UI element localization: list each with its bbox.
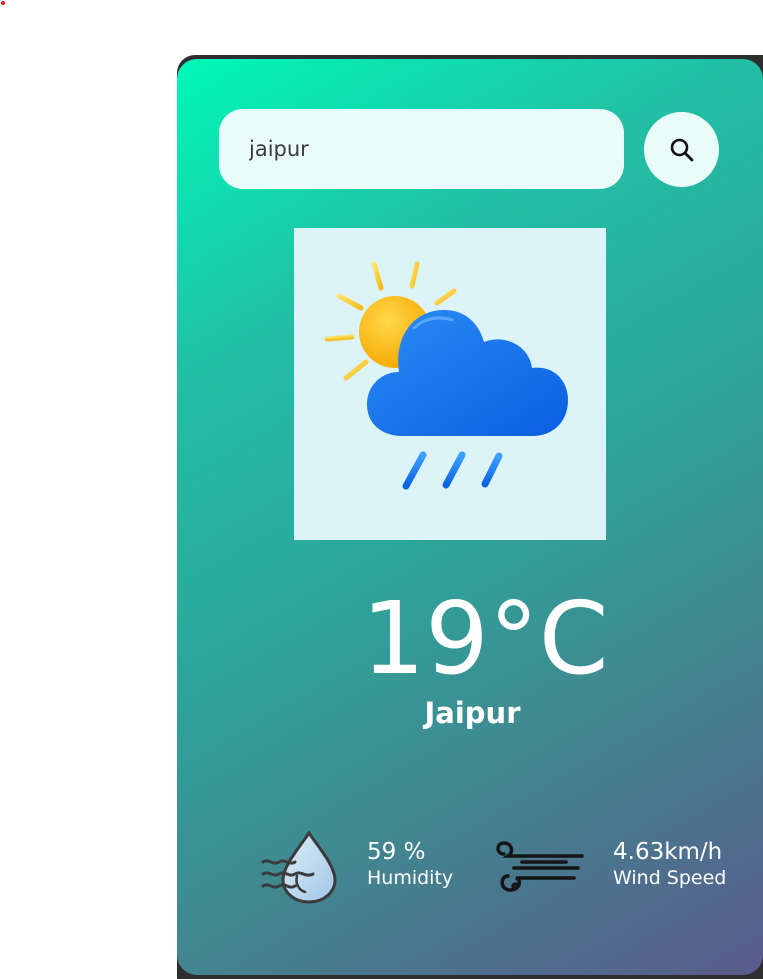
search-icon: [670, 138, 694, 162]
search-bar[interactable]: [219, 109, 624, 189]
wind-value: 4.63km/h: [613, 839, 723, 865]
temperature: 19°C: [361, 580, 609, 697]
sun-cloud-rain-icon: [324, 261, 568, 490]
city-name: Jaipur: [424, 696, 521, 730]
wind-label: Wind Speed: [613, 867, 727, 889]
weather-image: [294, 228, 606, 540]
humidity-value: 59 %: [367, 839, 426, 865]
red-dot-marker: [1, 1, 5, 5]
search-input[interactable]: [249, 109, 599, 189]
humidity-label: Humidity: [367, 867, 454, 889]
search-button[interactable]: [644, 112, 719, 187]
weather-card: 19°C Jaipur 59 % Humidity 4.63km/h Wind …: [177, 59, 763, 975]
humidity-icon: [261, 830, 337, 904]
wind-icon: [496, 841, 584, 892]
